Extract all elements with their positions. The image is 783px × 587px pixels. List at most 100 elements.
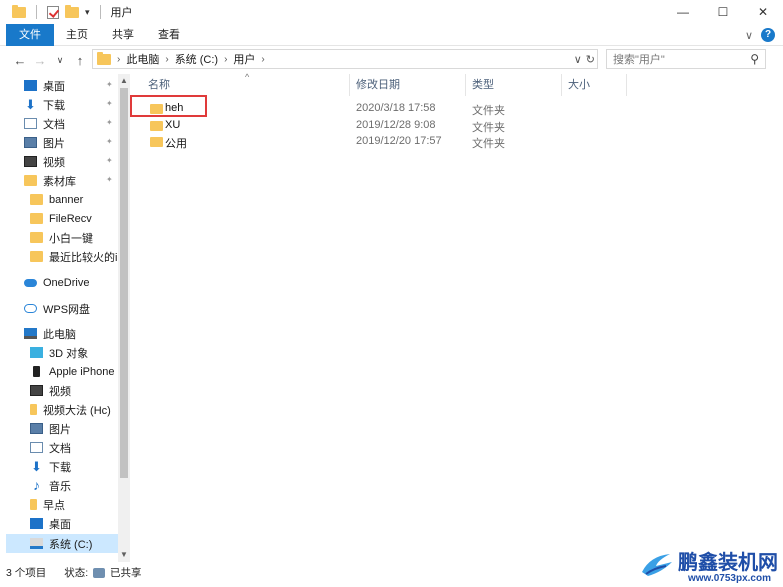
nav-item-pictures[interactable]: 图片 [30, 419, 130, 438]
pictures-icon [30, 423, 43, 434]
drive-icon [30, 404, 37, 415]
nav-item-zaodian[interactable]: 早点 [30, 495, 130, 514]
watermark-brand: 鹏鑫装机网 [678, 550, 778, 574]
highlight-annotation [130, 95, 207, 117]
nav-item-label: banner [49, 193, 84, 206]
download-icon: ⬇ [31, 459, 42, 474]
chevron-right-icon[interactable]: › [117, 54, 120, 65]
customize-toolbar-icon[interactable]: ▾ [85, 7, 90, 18]
nav-item-documents-pinned[interactable]: 文档 [24, 114, 130, 133]
download-icon: ⬇ [25, 97, 36, 112]
scrollbar-thumb[interactable] [120, 88, 128, 478]
document-icon [24, 118, 37, 129]
wps-cloud-icon [24, 304, 37, 313]
nav-item-downloads-pinned[interactable]: ⬇ 下载 [24, 95, 130, 114]
tab-share[interactable]: 共享 [100, 24, 146, 46]
shared-users-icon [93, 567, 106, 578]
separator [99, 5, 101, 19]
nav-item-3d-objects[interactable]: 3D 对象 [30, 343, 130, 362]
nav-item-videos-pinned[interactable]: 视频 [24, 152, 130, 171]
back-icon[interactable]: ← [10, 53, 30, 68]
search-icon[interactable]: ⚲ [750, 52, 759, 66]
nav-item-desktop[interactable]: 桌面 [30, 514, 130, 533]
tab-view[interactable]: 查看 [146, 24, 192, 46]
file-modified: 2019/12/28 9:08 [356, 119, 436, 131]
nav-item-label: 图片 [43, 137, 65, 150]
nav-item-banner[interactable]: banner [30, 190, 130, 209]
column-divider[interactable] [561, 74, 562, 96]
cloud-icon [24, 278, 37, 287]
nav-item-system-drive[interactable]: 系统 (C:) [6, 534, 118, 553]
breadcrumb-system-drive[interactable]: 系统 (C:) [175, 51, 218, 67]
folder-icon [30, 232, 43, 243]
help-icon[interactable]: ? [761, 28, 775, 42]
column-header-modified[interactable]: 修改日期 [356, 74, 400, 96]
pin-icon: ✦ [106, 137, 113, 146]
nav-item-recent-popular[interactable]: 最近比较火的ipl [30, 247, 118, 266]
address-dropdown-icon[interactable]: ∨ [574, 53, 582, 66]
nav-item-label: 桌面 [43, 80, 65, 93]
computer-icon [24, 328, 37, 339]
nav-item-desktop-pinned[interactable]: 桌面 [24, 76, 130, 95]
nav-item-label: 3D 对象 [49, 347, 89, 360]
column-header-size[interactable]: 大小 [568, 74, 590, 96]
3d-objects-icon [30, 347, 43, 358]
refresh-icon[interactable]: ↻ [586, 53, 595, 66]
music-icon: ♪ [33, 477, 40, 493]
nav-item-material-library[interactable]: 素材库 [24, 171, 130, 190]
nav-item-pictures-pinned[interactable]: 图片 [24, 133, 130, 152]
tab-file[interactable]: 文件 [6, 23, 54, 46]
folder-icon [30, 251, 43, 262]
nav-item-music[interactable]: ♪ 音乐 [30, 476, 130, 495]
drive-icon [30, 499, 37, 510]
column-divider[interactable] [465, 74, 466, 96]
navigation-pane: 桌面 ✦ ⬇ 下载 ✦ 文档 ✦ 图片 ✦ 视频 ✦ 素材库 ✦ banner F… [0, 74, 130, 562]
expand-ribbon-icon[interactable]: ∨ [745, 29, 753, 42]
nav-item-documents[interactable]: 文档 [30, 438, 130, 457]
table-row[interactable]: XU 2019/12/28 9:08 文件夹 [132, 118, 692, 134]
nav-item-this-pc[interactable]: 此电脑 [24, 324, 130, 343]
scroll-up-icon[interactable]: ▲ [118, 76, 130, 85]
table-row[interactable]: 公用 2019/12/20 17:57 文件夹 [132, 134, 692, 150]
site-watermark: 鹏鑫装机网 www.0753px.com [640, 546, 783, 587]
scroll-down-icon[interactable]: ▼ [118, 550, 130, 559]
nav-item-videos[interactable]: 视频 [30, 381, 130, 400]
chevron-right-icon[interactable]: › [165, 54, 168, 65]
minimize-button[interactable]: — [663, 0, 703, 24]
nav-item-label: Apple iPhone [49, 365, 115, 378]
properties-icon[interactable] [47, 5, 59, 19]
nav-scrollbar[interactable]: ▲ ▼ [118, 74, 130, 562]
nav-item-apple-iphone[interactable]: Apple iPhone [30, 362, 130, 381]
column-divider[interactable] [626, 74, 627, 96]
close-button[interactable]: ✕ [743, 0, 783, 24]
column-divider[interactable] [349, 74, 350, 96]
nav-item-filerecv[interactable]: FileRecv [30, 209, 130, 228]
nav-item-video-drive[interactable]: 视频大法 (Hc) [30, 400, 118, 419]
chevron-right-icon[interactable]: › [261, 54, 264, 65]
breadcrumb-this-pc[interactable]: 此电脑 [126, 51, 159, 67]
search-box[interactable]: 搜索"用户" ⚲ [606, 49, 766, 69]
column-header-type[interactable]: 类型 [472, 74, 494, 96]
chevron-right-icon[interactable]: › [224, 54, 227, 65]
column-header-name[interactable]: 名称 [148, 74, 170, 96]
table-row[interactable]: heh 2020/3/18 17:58 文件夹 [132, 101, 692, 117]
nav-item-onedrive[interactable]: OneDrive [24, 273, 130, 292]
pin-icon: ✦ [106, 118, 113, 127]
folder-icon[interactable] [12, 4, 26, 18]
folder-icon [150, 121, 163, 131]
nav-item-downloads[interactable]: ⬇ 下载 [30, 457, 130, 476]
tab-home[interactable]: 主页 [54, 24, 100, 46]
up-icon[interactable]: ↑ [70, 53, 90, 68]
maximize-button[interactable]: ☐ [703, 0, 743, 24]
nav-item-label: OneDrive [43, 276, 90, 289]
address-bar[interactable]: › 此电脑 › 系统 (C:) › 用户 › ∨ ↻ [92, 49, 598, 69]
file-type: 文件夹 [472, 105, 505, 117]
address-controls: ∨ ↻ [574, 50, 595, 68]
nav-item-wps-cloud[interactable]: WPS网盘 [24, 299, 130, 318]
nav-item-xiaobai[interactable]: 小白一键 [30, 228, 130, 247]
forward-icon[interactable]: → [30, 53, 50, 68]
file-name: XU [165, 119, 181, 131]
recent-locations-icon[interactable]: ∨ [50, 55, 70, 66]
new-folder-icon[interactable] [65, 4, 79, 18]
breadcrumb-users[interactable]: 用户 [233, 51, 255, 67]
